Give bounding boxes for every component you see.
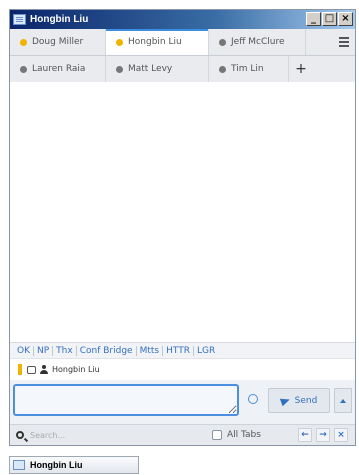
tab-label: Doug Miller: [32, 37, 84, 47]
tab-hongbin-liu[interactable]: Hongbin Liu: [106, 29, 209, 55]
quick-reply-thx[interactable]: Thx: [53, 345, 77, 356]
search-next-button[interactable]: →: [316, 428, 330, 442]
tab-label: Hongbin Liu: [128, 37, 182, 47]
send-button[interactable]: Send: [268, 388, 330, 413]
maximize-button[interactable]: □: [322, 12, 337, 26]
quick-reply-mtts[interactable]: Mtts: [137, 345, 164, 356]
app-window-icon: [13, 460, 25, 470]
window-controls: _ □ ×: [306, 12, 353, 26]
tab-label: Lauren Raia: [32, 64, 86, 74]
all-tabs-toggle[interactable]: All Tabs: [212, 430, 261, 440]
quick-reply-httr[interactable]: HTTR: [163, 345, 194, 356]
tab-lauren-raia[interactable]: Lauren Raia: [10, 56, 106, 82]
user-icon: [40, 365, 48, 374]
status-available-icon: [20, 38, 27, 46]
send-options-button[interactable]: [334, 388, 352, 413]
window-title: Hongbin Liu: [30, 14, 89, 25]
taskbar-label: Hongbin Liu: [30, 460, 83, 470]
status-offline-icon: [219, 65, 226, 73]
quick-replies-bar: OK NP Thx Conf Bridge Mtts HTTR LGR: [10, 342, 355, 358]
chat-window: Hongbin Liu _ □ × Doug Miller Hongbin Li…: [9, 9, 356, 446]
quick-reply-np[interactable]: NP: [34, 345, 54, 356]
status-offline-icon: [116, 65, 123, 73]
message-input[interactable]: [13, 384, 239, 416]
minimize-button[interactable]: _: [306, 12, 321, 26]
participant-name: Hongbin Liu: [52, 365, 100, 374]
tab-row-2: Lauren Raia Matt Levy Tim Lin +: [10, 56, 355, 83]
message-history[interactable]: [10, 82, 355, 342]
quick-reply-conf-bridge[interactable]: Conf Bridge: [77, 345, 137, 356]
status-available-icon: [18, 364, 22, 375]
tab-doug-miller[interactable]: Doug Miller: [10, 29, 106, 55]
search-prev-button[interactable]: ←: [298, 428, 312, 442]
tab-matt-levy[interactable]: Matt Levy: [106, 56, 209, 82]
search-close-button[interactable]: ×: [334, 428, 348, 442]
title-bar[interactable]: Hongbin Liu _ □ ×: [10, 10, 355, 29]
tab-row-1: Doug Miller Hongbin Liu Jeff McClure: [10, 29, 355, 56]
search-bar: All Tabs ← → ×: [10, 424, 355, 445]
app-window-icon: [13, 14, 26, 25]
search-input[interactable]: [30, 428, 170, 442]
emoji-icon[interactable]: [248, 394, 258, 404]
search-icon: [16, 431, 24, 439]
tab-label: Jeff McClure: [231, 37, 285, 47]
quick-reply-ok[interactable]: OK: [14, 345, 34, 356]
all-tabs-label: All Tabs: [227, 430, 261, 440]
send-arrow-icon: [279, 395, 291, 406]
status-offline-icon: [219, 38, 226, 46]
status-offline-icon: [20, 65, 27, 73]
hamburger-menu-icon[interactable]: [333, 29, 355, 55]
all-tabs-checkbox[interactable]: [212, 430, 222, 440]
tab-label: Matt Levy: [128, 64, 173, 74]
chevron-up-icon: [340, 398, 346, 403]
participant-row: Hongbin Liu: [10, 358, 355, 380]
taskbar-button[interactable]: Hongbin Liu: [9, 456, 139, 474]
send-label: Send: [294, 395, 318, 406]
tab-jeff-mcclure[interactable]: Jeff McClure: [209, 29, 306, 55]
status-available-icon: [116, 38, 123, 46]
chat-bubble-icon: [27, 365, 36, 374]
close-button[interactable]: ×: [338, 12, 353, 26]
tab-label: Tim Lin: [231, 64, 264, 74]
compose-area: Send: [10, 380, 355, 424]
add-tab-icon[interactable]: +: [289, 56, 313, 82]
quick-reply-lgr[interactable]: LGR: [194, 346, 218, 356]
tab-tim-lin[interactable]: Tim Lin: [209, 56, 289, 82]
